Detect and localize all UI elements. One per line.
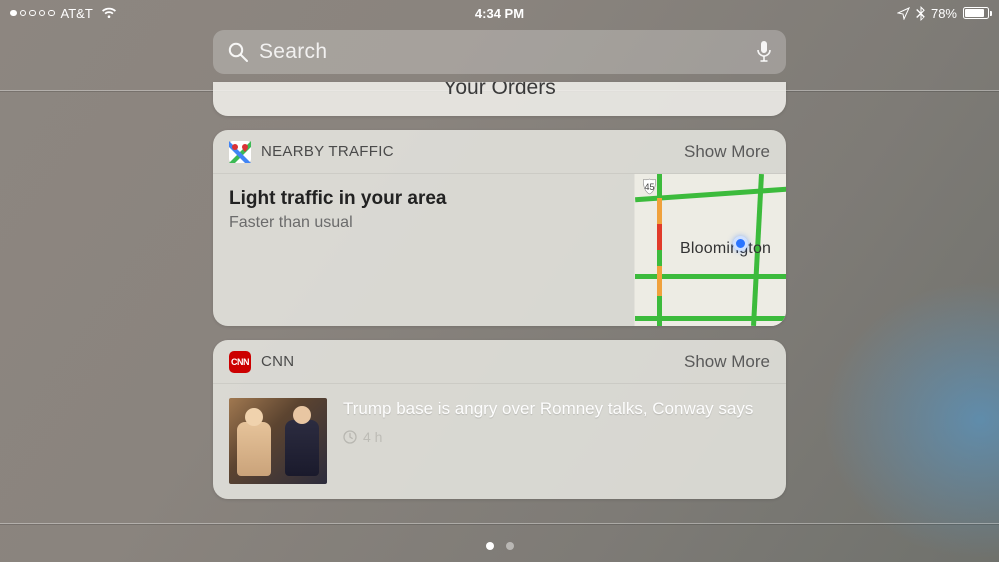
show-more-button[interactable]: Show More: [684, 142, 770, 162]
news-age: 4 h: [363, 429, 382, 445]
battery-percent: 78%: [931, 6, 957, 21]
microphone-icon[interactable]: [756, 40, 772, 64]
signal-strength-icon: [10, 10, 55, 17]
news-headline: Trump base is angry over Romney talks, C…: [343, 398, 770, 421]
route-shield: 45: [641, 178, 658, 195]
search-input[interactable]: [259, 40, 746, 64]
status-right: 78%: [897, 6, 989, 21]
widget-orders[interactable]: Your Orders: [213, 82, 786, 116]
show-more-button[interactable]: Show More: [684, 352, 770, 372]
bluetooth-icon: [916, 6, 925, 21]
map-city-label: Bloomington: [680, 240, 771, 258]
news-thumbnail: [229, 398, 327, 484]
clock: 4:34 PM: [475, 6, 524, 21]
google-maps-icon: [229, 141, 251, 163]
widget-header: CNN CNN Show More: [213, 340, 786, 384]
traffic-headline: Light traffic in your area: [229, 188, 618, 210]
widgets-column[interactable]: Your Orders NEARBY TRAFFIC Show More Lig…: [213, 82, 786, 499]
widget-nearby-traffic[interactable]: NEARBY TRAFFIC Show More Light traffic i…: [213, 130, 786, 326]
location-icon: [897, 7, 910, 20]
page-dot-2[interactable]: [506, 542, 514, 550]
traffic-map-thumbnail[interactable]: 45 Bloomington: [634, 174, 786, 326]
widget-title: NEARBY TRAFFIC: [261, 143, 394, 160]
widget-header: NEARBY TRAFFIC Show More: [213, 130, 786, 174]
search-icon: [227, 41, 249, 63]
status-bar: AT&T 4:34 PM 78%: [0, 0, 999, 22]
page-dot-1[interactable]: [486, 542, 494, 550]
traffic-body[interactable]: Light traffic in your area Faster than u…: [213, 174, 786, 326]
current-location-dot: [733, 236, 748, 251]
news-item[interactable]: Trump base is angry over Romney talks, C…: [213, 384, 786, 499]
clock-icon: [343, 430, 357, 444]
divider: [0, 523, 999, 524]
widget-title: CNN: [261, 353, 294, 370]
battery-icon: [963, 7, 989, 19]
wifi-icon: [101, 7, 117, 19]
spotlight-search[interactable]: [213, 30, 786, 74]
cnn-icon: CNN: [229, 351, 251, 373]
news-meta: 4 h: [343, 429, 770, 445]
traffic-subline: Faster than usual: [229, 214, 618, 232]
carrier-label: AT&T: [61, 6, 93, 21]
status-left: AT&T: [10, 6, 117, 21]
widget-orders-title: Your Orders: [443, 82, 555, 94]
page-indicator[interactable]: [486, 542, 514, 550]
widget-cnn[interactable]: CNN CNN Show More Trump base is angry ov…: [213, 340, 786, 499]
